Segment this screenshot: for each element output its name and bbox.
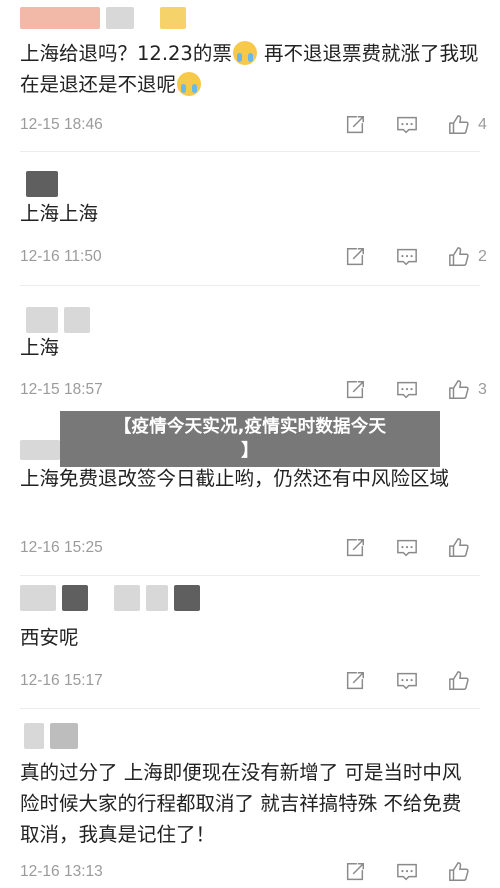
like-count: 3 bbox=[478, 381, 487, 398]
comment-actions bbox=[342, 535, 490, 561]
like-count: 2 bbox=[478, 248, 487, 265]
blurred-nickname bbox=[26, 307, 58, 333]
comment-text: 上海 bbox=[20, 336, 60, 359]
comment-actions bbox=[342, 668, 490, 694]
crying-face-emoji-icon bbox=[232, 41, 257, 65]
comment-icon bbox=[397, 381, 417, 399]
blurred-nickname bbox=[20, 7, 100, 29]
reply-button[interactable] bbox=[394, 535, 420, 561]
like-count: 4 bbox=[478, 116, 487, 133]
comment-time: 12-16 13:13 bbox=[20, 863, 103, 880]
divider bbox=[20, 575, 480, 576]
share-button[interactable] bbox=[342, 859, 368, 885]
blurred-nickname bbox=[26, 171, 58, 197]
comment-meta: 12-15 18:57 3 bbox=[20, 377, 490, 403]
user-nickname-blurred[interactable] bbox=[20, 584, 200, 612]
share-button[interactable] bbox=[342, 535, 368, 561]
comment-icon bbox=[397, 863, 417, 881]
user-nickname-blurred[interactable] bbox=[20, 722, 78, 750]
comment-actions: 3 bbox=[342, 377, 490, 403]
user-nickname-blurred[interactable] bbox=[20, 4, 186, 32]
comment-text: 西安呢 bbox=[20, 626, 79, 649]
share-icon bbox=[346, 381, 364, 399]
thumbs-up-icon bbox=[449, 671, 469, 690]
comment-text: 真的过分了 上海即便现在没有新增了 可是当时中风险时候大家的行程都取消了 就吉祥… bbox=[20, 761, 462, 846]
comment-meta: 12-16 11:50 2 bbox=[20, 244, 490, 270]
banner-title-line: 【疫情今天实况,疫情实时数据今天 bbox=[113, 417, 387, 437]
like-button[interactable] bbox=[446, 112, 472, 138]
share-icon bbox=[346, 248, 364, 266]
thumbs-up-icon bbox=[449, 538, 469, 557]
comment-icon bbox=[397, 672, 417, 690]
reply-button[interactable] bbox=[394, 859, 420, 885]
blurred-badge bbox=[62, 585, 88, 611]
user-nickname-blurred[interactable] bbox=[20, 170, 58, 198]
blurred-nickname bbox=[20, 585, 56, 611]
like-button[interactable] bbox=[446, 377, 472, 403]
share-icon bbox=[346, 672, 364, 690]
thumbs-up-icon bbox=[449, 247, 469, 266]
comment-meta: 12-16 13:13 bbox=[20, 859, 490, 885]
comment-text: 上海上海 bbox=[20, 202, 99, 225]
share-button[interactable] bbox=[342, 668, 368, 694]
blurred-nickname bbox=[24, 723, 44, 749]
share-icon bbox=[346, 863, 364, 881]
share-icon bbox=[346, 116, 364, 134]
banner-title: 【疫情今天实况,疫情实时数据今天 】 bbox=[60, 415, 440, 463]
like-button[interactable] bbox=[446, 859, 472, 885]
comment-text: 上海免费退改签今日截止哟，仍然还有中风险区域 bbox=[20, 467, 450, 490]
comment-actions: 2 bbox=[342, 244, 490, 270]
divider bbox=[20, 708, 480, 709]
comment-actions: 4 bbox=[342, 112, 490, 138]
comment-time: 12-15 18:46 bbox=[20, 116, 103, 133]
blurred-badge bbox=[160, 7, 186, 29]
reply-button[interactable] bbox=[394, 244, 420, 270]
crying-face-emoji-icon bbox=[177, 72, 202, 96]
blurred-badge bbox=[174, 585, 200, 611]
comment-text: 上海给退吗？12.23的票 再不退退票费就涨了我现在是退还是不退呢 bbox=[20, 38, 480, 100]
share-button[interactable] bbox=[342, 377, 368, 403]
banner-title-line: 】 bbox=[241, 441, 259, 461]
reply-button[interactable] bbox=[394, 112, 420, 138]
blurred-badge bbox=[114, 585, 140, 611]
reply-button[interactable] bbox=[394, 377, 420, 403]
blurred-badge bbox=[146, 585, 168, 611]
like-button[interactable] bbox=[446, 668, 472, 694]
share-button[interactable] bbox=[342, 112, 368, 138]
title-overlay-banner: 【疫情今天实况,疫情实时数据今天 】 bbox=[60, 411, 440, 467]
blurred-badge bbox=[106, 7, 134, 29]
share-button[interactable] bbox=[342, 244, 368, 270]
divider bbox=[20, 151, 480, 152]
thumbs-up-icon bbox=[449, 862, 469, 881]
blurred-nickname bbox=[20, 440, 60, 460]
comment-text-part: 上海给退吗？12.23的票 bbox=[20, 42, 232, 65]
blurred-badge bbox=[50, 723, 78, 749]
blurred-badge bbox=[64, 307, 90, 333]
thumbs-up-icon bbox=[449, 380, 469, 399]
user-nickname-blurred[interactable] bbox=[20, 436, 60, 464]
comment-icon bbox=[397, 116, 417, 134]
comment-time: 12-16 11:50 bbox=[20, 248, 102, 265]
reply-button[interactable] bbox=[394, 668, 420, 694]
comment-time: 12-16 15:25 bbox=[20, 539, 103, 556]
comment-time: 12-16 15:17 bbox=[20, 672, 103, 689]
comment-meta: 12-16 15:17 bbox=[20, 668, 490, 694]
like-button[interactable] bbox=[446, 535, 472, 561]
comment-icon bbox=[397, 248, 417, 266]
thumbs-up-icon bbox=[449, 115, 469, 134]
comment-time: 12-15 18:57 bbox=[20, 381, 103, 398]
comment-meta: 12-15 18:46 4 bbox=[20, 112, 490, 138]
comment-icon bbox=[397, 539, 417, 557]
like-button[interactable] bbox=[446, 244, 472, 270]
share-icon bbox=[346, 539, 364, 557]
comment-meta: 12-16 15:25 bbox=[20, 535, 490, 561]
user-nickname-blurred[interactable] bbox=[20, 306, 90, 334]
comment-actions bbox=[342, 859, 490, 885]
divider bbox=[20, 285, 480, 286]
